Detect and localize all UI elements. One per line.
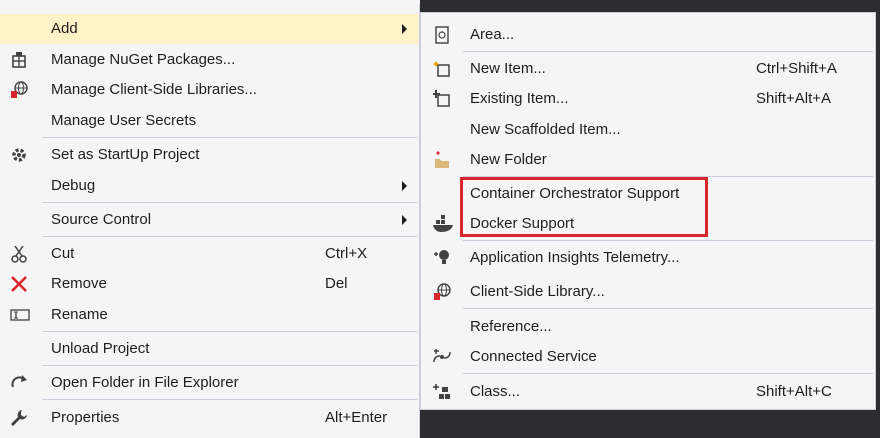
menu-item-class[interactable]: Class... Shift+Alt+C	[421, 377, 875, 407]
menu-item-set-startup[interactable]: Set as StartUp Project	[0, 140, 419, 170]
menu-item-label: Application Insights Telemetry...	[470, 249, 680, 266]
menu-item-label: Connected Service	[470, 348, 597, 365]
menu-separator	[463, 308, 873, 309]
refresh-arrow-icon	[10, 374, 28, 392]
menu-item-existing-item[interactable]: Existing Item... Shift+Alt+A	[421, 84, 875, 114]
submenu-arrow-icon	[402, 215, 407, 225]
menu-item-unload-project[interactable]: Unload Project	[0, 334, 419, 364]
menu-item-reference[interactable]: Reference...	[421, 312, 875, 342]
docker-icon	[433, 215, 453, 233]
gear-icon	[10, 146, 28, 164]
menu-separator	[42, 331, 417, 332]
menu-item-label: Class...	[470, 383, 521, 400]
menu-item-manage-nuget[interactable]: Manage NuGet Packages...	[0, 45, 419, 75]
menu-item-area[interactable]: Area...	[421, 20, 875, 50]
menu-item-label: Area...	[470, 26, 515, 43]
menu-separator	[463, 51, 873, 52]
menu-shortcut: Alt+Enter	[325, 409, 388, 426]
menu-item-label: New Folder	[470, 151, 547, 168]
menu-separator	[42, 399, 417, 400]
submenu-arrow-icon	[402, 181, 407, 191]
menu-item-client-side-library[interactable]: Client-Side Library...	[421, 277, 875, 307]
menu-item-new-item[interactable]: New Item... Ctrl+Shift+A	[421, 54, 875, 84]
new-item-icon	[433, 60, 451, 78]
menu-item-rename[interactable]: Rename	[0, 300, 419, 330]
menu-shortcut: Del	[325, 275, 348, 292]
menu-item-label: Cut	[51, 245, 75, 262]
wrench-icon	[10, 409, 28, 427]
menu-item-manage-client-libs[interactable]: Manage Client-Side Libraries...	[0, 75, 419, 105]
app-insights-icon	[433, 249, 451, 267]
menu-shortcut: Shift+Alt+C	[756, 383, 832, 400]
menu-item-label: Manage User Secrets	[51, 112, 197, 129]
area-icon	[433, 26, 451, 44]
project-context-menu: Add Manage NuGet Packages... Manage Clie…	[0, 0, 420, 438]
menu-item-remove[interactable]: Remove Del	[0, 269, 419, 299]
menu-item-label: New Scaffolded Item...	[470, 121, 621, 138]
menu-item-label: Rename	[51, 306, 108, 323]
menu-item-label: Existing Item...	[470, 90, 569, 107]
menu-item-cut[interactable]: Cut Ctrl+X	[0, 239, 419, 269]
menu-item-source-control[interactable]: Source Control	[0, 205, 419, 235]
menu-item-label: Manage Client-Side Libraries...	[51, 81, 257, 98]
menu-item-label: Add	[51, 20, 78, 37]
menu-separator	[42, 137, 417, 138]
menu-item-label: Properties	[51, 409, 120, 426]
menu-item-new-folder[interactable]: New Folder	[421, 145, 875, 175]
client-libs-icon	[10, 81, 28, 99]
nuget-icon	[10, 51, 28, 69]
menu-separator	[463, 373, 873, 374]
menu-item-label: Manage NuGet Packages...	[51, 51, 236, 68]
menu-shortcut: Ctrl+X	[325, 245, 368, 262]
menu-separator	[42, 365, 417, 366]
menu-item-new-scaffolded-item[interactable]: New Scaffolded Item...	[421, 115, 875, 145]
connected-service-icon	[433, 348, 451, 366]
client-libs-icon	[433, 283, 451, 301]
menu-item-label: Debug	[51, 177, 96, 194]
menu-separator	[463, 240, 873, 241]
menu-item-label: Remove	[51, 275, 107, 292]
menu-item-app-insights[interactable]: Application Insights Telemetry...	[421, 243, 875, 273]
existing-item-icon	[433, 90, 451, 108]
menu-item-manage-user-secrets[interactable]: Manage User Secrets	[0, 106, 419, 136]
menu-item-label: Client-Side Library...	[470, 283, 605, 300]
menu-item-add[interactable]: Add	[0, 14, 419, 44]
submenu-arrow-icon	[402, 24, 407, 34]
menu-separator	[42, 236, 417, 237]
menu-shortcut: Ctrl+Shift+A	[756, 60, 837, 77]
new-folder-icon	[433, 151, 451, 169]
menu-item-debug[interactable]: Debug	[0, 171, 419, 201]
menu-item-label: Open Folder in File Explorer	[51, 374, 239, 391]
scissors-icon	[10, 245, 28, 263]
menu-item-properties[interactable]: Properties Alt+Enter	[0, 403, 419, 433]
menu-item-connected-service[interactable]: Connected Service	[421, 342, 875, 372]
menu-item-label: Unload Project	[51, 340, 150, 357]
menu-item-label: Set as StartUp Project	[51, 146, 200, 163]
class-icon	[433, 383, 451, 401]
menu-item-open-folder[interactable]: Open Folder in File Explorer	[0, 368, 419, 398]
menu-shortcut: Shift+Alt+A	[756, 90, 832, 107]
menu-separator	[42, 202, 417, 203]
delete-x-icon	[10, 275, 28, 293]
menu-item-label: New Item...	[470, 60, 546, 77]
menu-item-label: Source Control	[51, 211, 152, 228]
menu-item-label: Reference...	[470, 318, 552, 335]
annotation-highlight-box	[460, 177, 708, 237]
rename-icon	[10, 306, 30, 324]
